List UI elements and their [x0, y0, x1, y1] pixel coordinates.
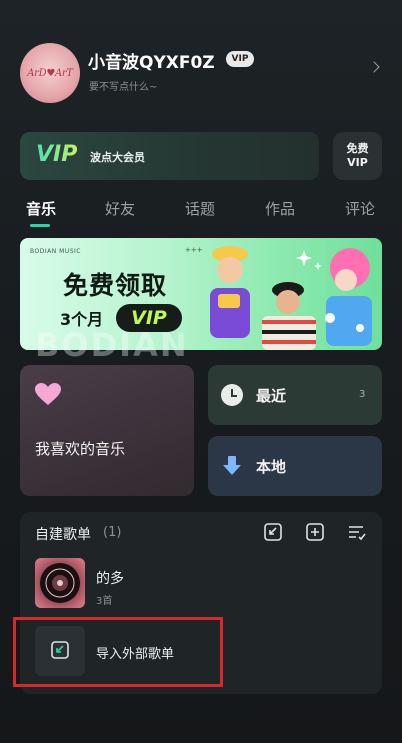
- free-vip-button[interactable]: 免费 VIP: [333, 132, 382, 180]
- free-vip-line1: 免费: [346, 142, 369, 155]
- highlight-box: [13, 617, 223, 687]
- heart-icon: [35, 383, 61, 405]
- tab-topics[interactable]: 话题: [185, 198, 215, 219]
- avatar-text: ArD♥ArT: [27, 67, 73, 79]
- vip-logo: VIP: [36, 142, 78, 167]
- clock-icon: [221, 384, 243, 406]
- banner-brand: BODIAN MUSIC: [30, 248, 81, 255]
- banner-vip-pill: VIP: [116, 304, 182, 332]
- download-icon: [223, 456, 241, 475]
- import-playlist-icon[interactable]: [263, 522, 283, 542]
- playlist-name[interactable]: 的多: [96, 568, 124, 588]
- playlist-track-count: 3首: [96, 596, 113, 607]
- tab-friends[interactable]: 好友: [105, 198, 135, 219]
- chevron-right-icon[interactable]: [368, 61, 380, 73]
- manage-playlist-icon[interactable]: [347, 522, 367, 542]
- signature[interactable]: 要不写点什么~: [89, 78, 157, 93]
- vip-badge[interactable]: VIP: [226, 51, 254, 67]
- playlist-cover-art: [40, 563, 80, 603]
- playlist-section-title: 自建歌单: [35, 527, 91, 543]
- tab-comments[interactable]: 评论: [345, 198, 375, 219]
- favorite-music-label: 我喜欢的音乐: [35, 440, 126, 458]
- tab-music[interactable]: 音乐: [26, 198, 56, 219]
- tab-works[interactable]: 作品: [265, 198, 295, 219]
- banner-illustration: [210, 246, 372, 350]
- banner-month: 3个月: [60, 310, 104, 329]
- username[interactable]: 小音波QYXF0Z: [88, 48, 215, 73]
- add-playlist-icon[interactable]: [305, 522, 325, 542]
- playlist-section-count: (1): [103, 525, 122, 540]
- active-tab-indicator: [30, 224, 50, 227]
- avatar[interactable]: ArD♥ArT: [20, 43, 80, 103]
- recent-count: 3: [359, 389, 366, 400]
- banner-title: 免费领取: [63, 271, 168, 300]
- playlist-cover[interactable]: [35, 558, 85, 608]
- recent-label: 最近: [256, 387, 287, 405]
- local-label: 本地: [256, 458, 287, 476]
- free-vip-line2: VIP: [347, 156, 368, 169]
- vip-card-title: 波点大会员: [90, 151, 145, 164]
